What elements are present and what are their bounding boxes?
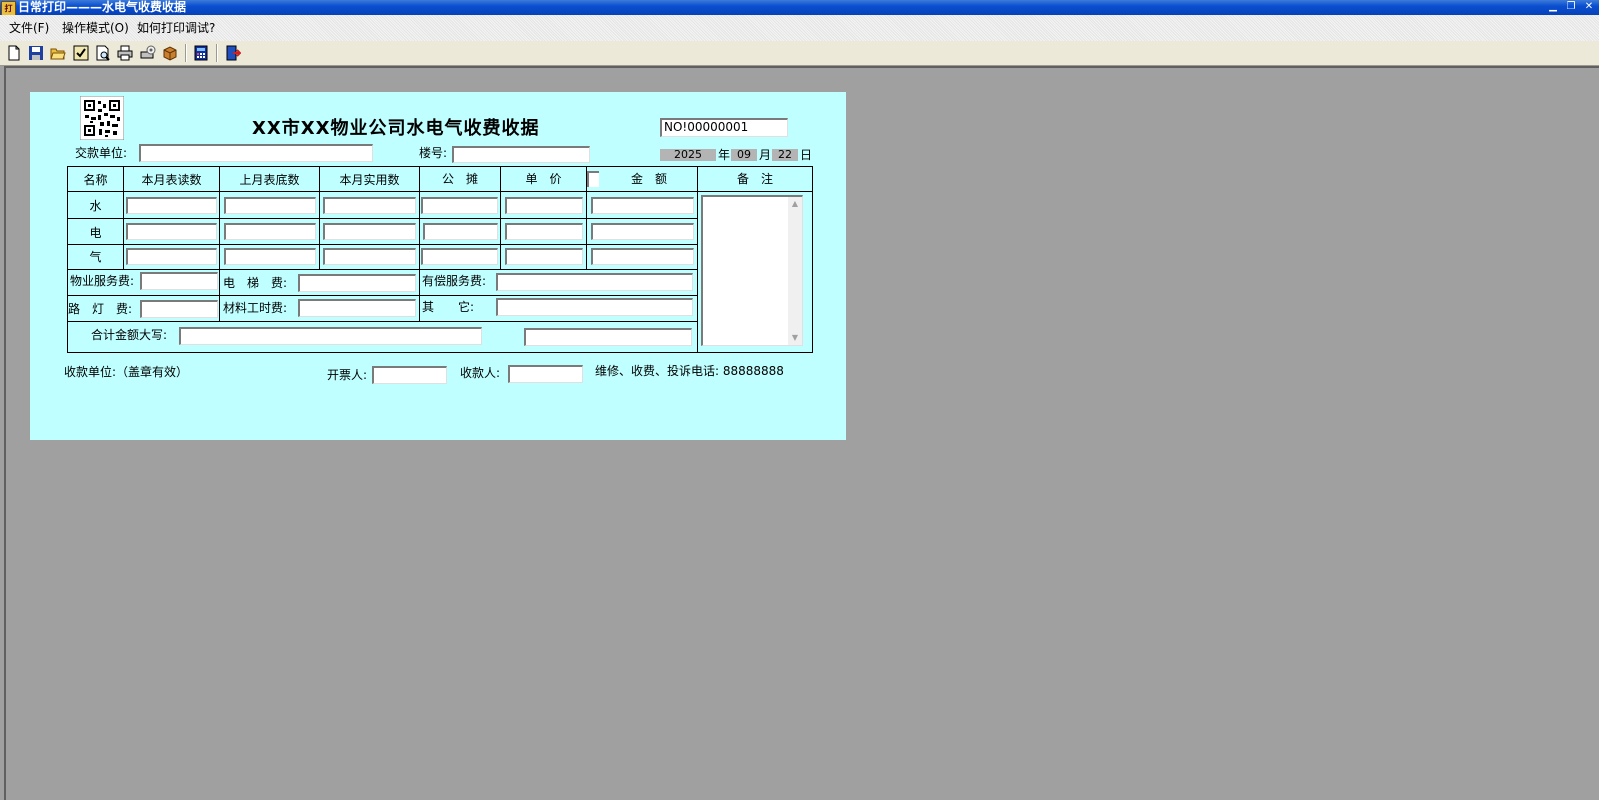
elevator-fee-label: 电 梯 费:	[223, 276, 288, 290]
other-fee-field[interactable]	[496, 298, 693, 316]
receipt-form: XX市XX物业公司水电气收费收据 NO!00000001 交款单位: 楼号: 2…	[30, 92, 846, 440]
gas-usage-field[interactable]	[323, 248, 416, 265]
remarks-scrollbar[interactable]: ▲ ▼	[788, 197, 802, 345]
toolbar-separator	[185, 44, 187, 62]
check-icon[interactable]	[73, 45, 89, 61]
day-label: 日	[800, 148, 813, 162]
streetlight-fee-label: 路 灯 费:	[68, 302, 133, 316]
package-icon[interactable]	[162, 45, 178, 61]
total-uppercase-field[interactable]	[179, 327, 482, 345]
cashier-label: 收款人:	[460, 366, 501, 380]
other-fee-label: 其 它:	[422, 300, 475, 314]
title-bar: 打 日常打印———水电气收费收据 ▁ ❐ ✕	[0, 0, 1599, 16]
app-icon: 打	[1, 1, 16, 16]
scroll-up-icon[interactable]: ▲	[788, 199, 802, 208]
toolbar	[0, 41, 1599, 66]
property-fee-label: 物业服务费:	[70, 274, 135, 288]
gas-unit-price-field[interactable]	[505, 248, 583, 265]
material-fee-label: 材料工时费:	[223, 301, 288, 315]
menu-print-help[interactable]: 如何打印调试?	[137, 21, 215, 35]
receipt-title: XX市XX物业公司水电气收费收据	[252, 118, 540, 139]
water-current-reading-field[interactable]	[126, 197, 217, 214]
window-title: 日常打印———水电气收费收据	[18, 0, 187, 14]
exit-icon[interactable]	[225, 45, 241, 61]
water-unit-price-field[interactable]	[505, 197, 583, 214]
month-label: 月	[759, 148, 772, 162]
new-icon[interactable]	[6, 45, 22, 61]
menu-operation-mode[interactable]: 操作模式(O)	[62, 21, 129, 35]
total-amount-field[interactable]	[524, 328, 692, 346]
month-field[interactable]: 09	[731, 149, 757, 161]
close-button[interactable]: ✕	[1582, 1, 1596, 13]
row-label-gas: 气	[89, 250, 102, 264]
row-label-water: 水	[89, 199, 102, 213]
menu-bar: 文件(F) 操作模式(O) 如何打印调试?	[0, 15, 1599, 41]
print-icon[interactable]	[117, 45, 133, 61]
save-icon[interactable]	[28, 45, 44, 61]
print-setup-icon[interactable]	[140, 45, 156, 61]
electricity-previous-reading-field[interactable]	[224, 223, 316, 240]
elevator-fee-field[interactable]	[298, 274, 416, 292]
scroll-down-icon[interactable]: ▼	[788, 333, 802, 342]
issuer-unit-label: 收款单位:（盖章有效）	[64, 365, 189, 379]
gas-previous-reading-field[interactable]	[224, 248, 316, 265]
building-label: 楼号:	[419, 146, 448, 160]
restore-button[interactable]: ❐	[1564, 1, 1578, 13]
electricity-amount-field[interactable]	[591, 223, 694, 240]
streetlight-fee-field[interactable]	[140, 300, 218, 318]
calculator-icon[interactable]	[193, 45, 209, 61]
paid-service-fee-field[interactable]	[496, 273, 693, 291]
building-field[interactable]	[452, 146, 590, 163]
electricity-shared-field[interactable]	[423, 223, 498, 240]
col-header-name: 名称	[83, 173, 108, 187]
row-label-electricity: 电	[89, 226, 102, 240]
water-previous-reading-field[interactable]	[224, 197, 316, 214]
total-uppercase-label: 合计金额大写:	[91, 328, 168, 342]
water-amount-field[interactable]	[591, 197, 694, 214]
col-header-amount: 金 额	[630, 172, 667, 186]
col-header-shared: 公 摊	[441, 172, 478, 186]
payer-field[interactable]	[139, 144, 373, 162]
drawer-field[interactable]	[372, 366, 447, 384]
toolbar-separator	[216, 44, 218, 62]
electricity-current-reading-field[interactable]	[126, 223, 217, 240]
col-header-unit-price: 单 价	[525, 172, 562, 186]
col-header-actual-usage: 本月实用数	[339, 173, 400, 187]
drawer-label: 开票人:	[327, 368, 368, 382]
receipt-number-field[interactable]: NO!00000001	[660, 118, 788, 137]
open-icon[interactable]	[50, 45, 66, 61]
year-label: 年	[718, 148, 731, 162]
material-fee-field[interactable]	[298, 299, 416, 317]
paid-service-fee-label: 有偿服务费:	[422, 274, 487, 288]
remarks-textarea[interactable]: ▲ ▼	[701, 195, 803, 346]
gas-current-reading-field[interactable]	[126, 248, 217, 265]
menu-file[interactable]: 文件(F)	[9, 21, 49, 35]
print-preview-icon[interactable]	[95, 45, 111, 61]
water-shared-field[interactable]	[421, 197, 498, 214]
qr-code-icon	[80, 96, 124, 140]
cashier-field[interactable]	[508, 365, 583, 383]
col-header-current-reading: 本月表读数	[141, 173, 202, 187]
electricity-unit-price-field[interactable]	[505, 223, 583, 240]
gas-shared-field[interactable]	[421, 248, 498, 265]
year-field[interactable]: 2025	[660, 149, 716, 161]
hotline-text: 维修、收费、投诉电话: 88888888	[595, 364, 784, 378]
amount-checkbox[interactable]	[587, 171, 599, 187]
day-field[interactable]: 22	[772, 149, 798, 161]
payer-label: 交款单位:	[75, 146, 128, 160]
property-fee-field[interactable]	[140, 272, 218, 290]
minimize-button[interactable]: ▁	[1546, 1, 1560, 13]
col-header-previous-reading: 上月表底数	[239, 173, 300, 187]
electricity-usage-field[interactable]	[323, 223, 416, 240]
gas-amount-field[interactable]	[591, 248, 694, 265]
water-usage-field[interactable]	[323, 197, 416, 214]
col-header-remarks: 备 注	[736, 172, 773, 186]
